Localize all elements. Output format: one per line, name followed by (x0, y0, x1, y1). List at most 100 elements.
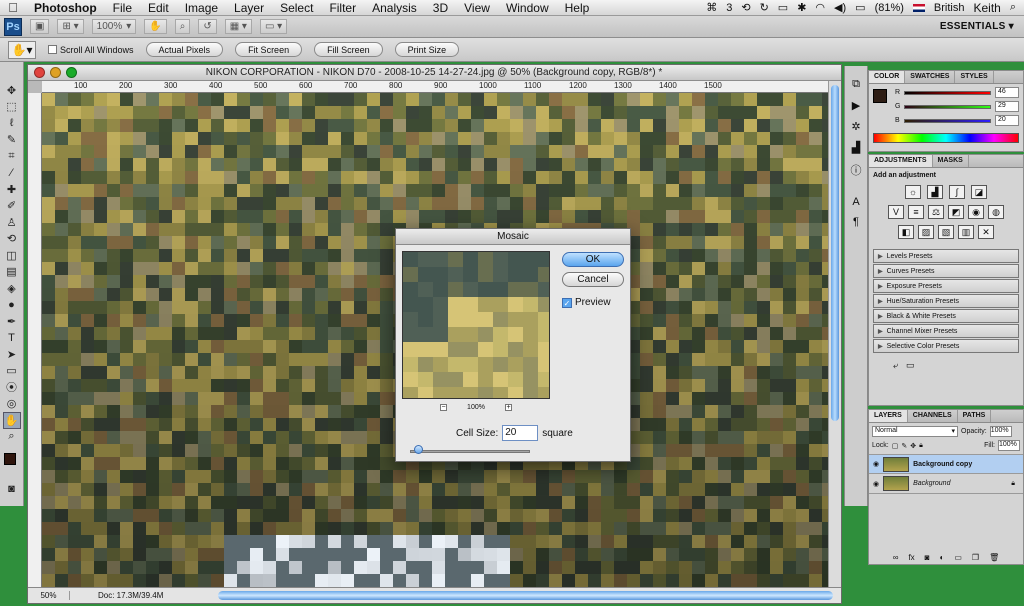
new-group-icon[interactable]: ▭ (954, 553, 962, 562)
new-layer-icon[interactable]: ❐ (972, 553, 979, 562)
add-mask-icon[interactable]: ◙ (925, 553, 930, 562)
notification-count[interactable]: 3 (726, 2, 732, 14)
ok-button[interactable]: OK (562, 252, 624, 267)
visibility-eye-icon[interactable]: ◉ (873, 460, 879, 468)
view-extras-button[interactable]: ⊞ ▾ (57, 19, 84, 34)
expand-view-icon[interactable]: ▭ (906, 360, 915, 371)
screen-mode-button[interactable]: ▭ ▾ (259, 19, 288, 34)
zoom-level-dropdown[interactable]: 100% ▾ (91, 19, 137, 34)
blend-mode-select[interactable]: Normal ▾ (872, 426, 958, 437)
bluetooth-icon[interactable]: ✱ (797, 1, 806, 14)
blue-slider[interactable] (903, 118, 991, 123)
type-tool-icon[interactable]: T (3, 330, 21, 347)
exposure-icon[interactable]: ◪ (971, 185, 987, 199)
foreground-color-swatch[interactable] (3, 453, 16, 465)
tool-preset-picker[interactable]: ✋▾ (8, 40, 36, 59)
fit-screen-button[interactable]: Fit Screen (235, 42, 303, 57)
vertical-scroll-thumb[interactable] (831, 85, 839, 421)
paragraph-panel-icon[interactable]: ¶ (853, 216, 859, 228)
quick-selection-tool-icon[interactable]: ✎ (3, 132, 21, 149)
preset-black-white[interactable]: ▶ Black & White Presets (873, 309, 1019, 323)
dodge-tool-icon[interactable]: ● (3, 297, 21, 314)
minimize-window-button[interactable] (50, 67, 61, 78)
levels-icon[interactable]: ▟ (927, 185, 943, 199)
menu-edit[interactable]: Edit (140, 1, 177, 15)
vibrance-icon[interactable]: V (888, 205, 904, 219)
clone-stamp-tool-icon[interactable]: ♙ (3, 214, 21, 231)
black-white-icon[interactable]: ◩ (948, 205, 964, 219)
preset-channel-mixer[interactable]: ▶ Channel Mixer Presets (873, 324, 1019, 338)
brightness-contrast-icon[interactable]: ☼ (905, 185, 921, 199)
new-adjustment-layer-icon[interactable]: ◐ (940, 553, 945, 562)
preset-levels[interactable]: ▶ Levels Presets (873, 249, 1019, 263)
layer-row[interactable]: ◉ Background copy (869, 454, 1023, 474)
history-panel-icon[interactable]: ⧉ (852, 78, 860, 91)
horizontal-ruler[interactable]: 100 200 300 400 500 600 700 800 900 1000 1100 1200 1… (42, 81, 828, 93)
info-panel-icon[interactable]: ⓘ (851, 162, 862, 178)
selective-color-icon[interactable]: ✕ (978, 225, 994, 239)
menu-view[interactable]: View (456, 1, 498, 15)
cell-size-slider-track[interactable] (410, 450, 530, 453)
cell-size-input[interactable]: 20 (502, 425, 539, 441)
lock-transparent-icon[interactable]: ▢ (892, 442, 899, 450)
curves-icon[interactable]: ∫ (949, 185, 965, 199)
vertical-scrollbar[interactable] (828, 81, 841, 587)
opacity-field[interactable]: 100% (989, 426, 1012, 437)
link-layers-icon[interactable]: ∞ (893, 553, 899, 562)
menu-3d[interactable]: 3D (425, 1, 456, 15)
wifi-icon[interactable]: ◠ (815, 1, 825, 14)
display-icon[interactable]: ▭ (778, 1, 788, 14)
move-tool-icon[interactable]: ✥ (3, 82, 21, 99)
menu-analysis[interactable]: Analysis (364, 1, 425, 15)
tab-channels[interactable]: CHANNELS (908, 410, 958, 422)
spotlight-icon[interactable]: ⌕ (1010, 1, 1016, 14)
menu-image[interactable]: Image (177, 1, 226, 15)
histogram-panel-icon[interactable]: ▟ (852, 141, 860, 154)
lasso-tool-icon[interactable]: ℓ (3, 115, 21, 132)
layer-style-icon[interactable]: fx (908, 553, 914, 562)
zoom-tool-button[interactable]: ⌕ (174, 19, 191, 34)
color-balance-icon[interactable]: ⚖ (928, 205, 944, 219)
filter-preview[interactable] (402, 251, 550, 399)
gradient-map-icon[interactable]: ▥ (958, 225, 974, 239)
invert-icon[interactable]: ◧ (898, 225, 914, 239)
preview-checkbox[interactable]: ✓ Preview (562, 297, 611, 308)
zoom-tool-icon[interactable]: ⌕ (3, 429, 21, 446)
arrange-documents-button[interactable]: ▦ ▾ (224, 19, 252, 34)
eyedropper-tool-icon[interactable]: ⁄ (3, 165, 21, 182)
preset-curves[interactable]: ▶ Curves Presets (873, 264, 1019, 278)
input-language[interactable]: British (934, 2, 965, 14)
menu-help[interactable]: Help (557, 1, 598, 15)
time-machine-icon[interactable]: ⟲ (741, 1, 750, 14)
tab-swatches[interactable]: SWATCHES (905, 71, 956, 83)
history-brush-tool-icon[interactable]: ⟲ (3, 231, 21, 248)
print-size-button[interactable]: Print Size (394, 42, 460, 57)
adobe-menulet-icon[interactable]: ⌘ (706, 1, 717, 14)
battery-percent[interactable]: (81%) (875, 2, 904, 14)
healing-brush-tool-icon[interactable]: ✚ (3, 181, 21, 198)
menu-select[interactable]: Select (272, 1, 321, 15)
channel-mixer-icon[interactable]: ◍ (988, 205, 1004, 219)
hand-tool-button[interactable]: ✋ (144, 19, 167, 34)
gradient-tool-icon[interactable]: ▤ (3, 264, 21, 281)
zoom-out-button[interactable]: − (440, 404, 447, 411)
status-zoom[interactable]: 50% (28, 591, 70, 600)
document-title-bar[interactable]: NIKON CORPORATION - NIKON D70 - 2008-10-… (28, 65, 841, 81)
scroll-all-windows-checkbox[interactable]: Scroll All Windows (48, 45, 134, 55)
hand-tool-icon[interactable]: ✋ (2, 412, 21, 429)
layer-row[interactable]: ◉ Background 🔒︎ (869, 474, 1023, 494)
fill-screen-button[interactable]: Fill Screen (314, 42, 383, 57)
red-value-field[interactable]: 46 (995, 87, 1019, 98)
tab-adjustments[interactable]: ADJUSTMENTS (869, 155, 933, 167)
horizontal-scrollbar[interactable] (218, 591, 833, 600)
status-doc-size[interactable]: Doc: 17.3M/39.4M (70, 591, 210, 600)
fill-field[interactable]: 100% (998, 440, 1020, 451)
eraser-tool-icon[interactable]: ◫ (3, 247, 21, 264)
color-fg-chip[interactable] (873, 89, 887, 103)
lock-all-icon[interactable]: 🔒︎ (919, 442, 923, 450)
preset-hue-saturation[interactable]: ▶ Hue/Saturation Presets (873, 294, 1019, 308)
tab-styles[interactable]: STYLES (955, 71, 994, 83)
zoom-in-button[interactable]: + (505, 404, 512, 411)
3d-rotate-tool-icon[interactable]: ⦿ (3, 379, 21, 396)
tab-masks[interactable]: MASKS (933, 155, 969, 167)
